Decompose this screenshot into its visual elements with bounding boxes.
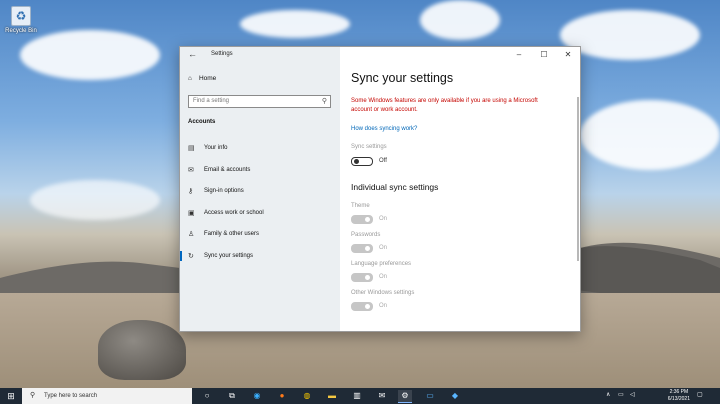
cortana-icon[interactable]: ○ — [200, 390, 214, 402]
sidebar-item-label: Access work or school — [204, 210, 264, 216]
briefcase-icon: ▣ — [188, 210, 195, 217]
search-placeholder: Find a setting — [193, 98, 230, 104]
passwords-state: On — [379, 245, 388, 251]
sidebar-item-access-work[interactable]: ▣ Access work or school — [180, 204, 340, 222]
app-icon[interactable]: ◆ — [448, 390, 462, 402]
sidebar-item-label: Email & accounts — [204, 167, 251, 173]
toggle-knob — [365, 275, 370, 280]
home-label: Home — [198, 75, 217, 82]
arrow-left-icon[interactable]: ← — [188, 49, 197, 59]
cloud — [420, 0, 500, 40]
toggle-knob — [365, 217, 370, 222]
boulder — [98, 320, 186, 380]
search-icon: ⚲ — [321, 98, 327, 105]
scrollbar[interactable] — [577, 97, 579, 261]
person-card-icon: ▤ — [188, 145, 195, 152]
file-explorer-icon[interactable]: ▬ — [325, 390, 339, 402]
language-preferences-label: Language preferences — [351, 261, 412, 267]
person-icon: ♙ — [188, 231, 195, 238]
store-icon[interactable]: ▥ — [350, 390, 364, 402]
toggle-knob — [354, 159, 359, 164]
firefox-icon[interactable]: ● — [275, 390, 289, 402]
home-icon: ⌂ — [188, 75, 192, 82]
sidebar-item-sync-settings[interactable]: ↻ Sync your settings — [180, 247, 340, 265]
sidebar-item-label: Sync your settings — [204, 253, 254, 259]
maximize-icon[interactable]: ☐ — [537, 50, 551, 59]
cloud — [240, 10, 350, 38]
sync-settings-state: Off — [379, 158, 387, 164]
recycle-bin-icon: ♻ — [11, 6, 31, 26]
sidebar-item-label: Sign-in options — [204, 188, 244, 194]
mail-app-icon[interactable]: ✉ — [375, 390, 389, 402]
taskbar-search-placeholder: Type here to search — [44, 393, 98, 399]
sync-settings-label: Sync settings — [351, 144, 387, 150]
sidebar-item-sign-in-options[interactable]: ⚷ Sign-in options — [180, 182, 340, 200]
language-preferences-state: On — [379, 274, 388, 280]
volume-icon[interactable]: ◁ — [630, 391, 635, 398]
mail-icon: ✉ — [188, 167, 194, 174]
sidebar-item-your-info[interactable]: ▤ Your info — [180, 139, 340, 157]
passwords-label: Passwords — [351, 232, 381, 238]
page-title: Sync your settings — [351, 71, 454, 85]
window-title: Settings — [211, 51, 233, 57]
minimize-icon[interactable]: – — [512, 50, 526, 59]
find-setting-input[interactable]: Find a setting ⚲ — [188, 95, 331, 108]
recycle-bin-label: Recycle Bin — [5, 28, 37, 34]
network-icon[interactable]: ▭ — [618, 391, 624, 398]
settings-window: ⌂ Home Find a setting ⚲ Accounts ▤ Your … — [179, 46, 581, 332]
other-windows-settings-toggle[interactable] — [351, 302, 373, 311]
edge-icon[interactable]: ◉ — [250, 390, 264, 402]
language-preferences-toggle[interactable] — [351, 273, 373, 282]
main-panel: Sync your settings Some Windows features… — [340, 47, 580, 331]
app-icon[interactable]: ▭ — [423, 390, 437, 402]
clock[interactable]: 2:36 PM 6/13/2021 — [668, 389, 690, 403]
windows-start-icon[interactable]: ⊞ — [0, 388, 22, 404]
close-icon[interactable]: ✕ — [561, 50, 575, 59]
sidebar-item-label: Your info — [204, 145, 228, 151]
title-bar: ← Settings – ☐ ✕ — [180, 47, 580, 63]
cloud — [580, 100, 720, 170]
chevron-up-icon[interactable]: ∧ — [606, 391, 610, 398]
taskbar: ⊞ ⚲ Type here to search ○ ⧉ ◉ ● ◍ ▬ ▥ ✉ … — [0, 388, 720, 404]
sidebar-item-email-accounts[interactable]: ✉ Email & accounts — [180, 161, 340, 179]
how-sync-works-link[interactable]: How does syncing work? — [351, 126, 417, 132]
sync-settings-toggle[interactable] — [351, 157, 373, 166]
notification-icon[interactable]: ▢ — [697, 391, 703, 398]
search-icon: ⚲ — [30, 392, 36, 399]
section-title: Accounts — [188, 119, 216, 125]
task-view-icon[interactable]: ⧉ — [225, 390, 239, 402]
sync-icon: ↻ — [188, 253, 194, 260]
cloud — [20, 30, 160, 80]
sidebar-item-family-users[interactable]: ♙ Family & other users — [180, 225, 340, 243]
toggle-knob — [365, 246, 370, 251]
home-link[interactable]: ⌂ Home — [188, 75, 216, 82]
account-warning: Some Windows features are only available… — [351, 98, 538, 113]
passwords-toggle[interactable] — [351, 244, 373, 253]
recycle-bin[interactable]: ♻ Recycle Bin — [2, 6, 40, 34]
clock-time: 2:36 PM — [669, 389, 689, 395]
other-windows-settings-state: On — [379, 303, 388, 309]
clock-date: 6/13/2021 — [667, 396, 690, 402]
sidebar: ⌂ Home Find a setting ⚲ Accounts ▤ Your … — [180, 47, 340, 331]
theme-toggle[interactable] — [351, 215, 373, 224]
taskbar-search-box[interactable]: ⚲ Type here to search — [22, 388, 192, 404]
settings-app-icon[interactable]: ⚙ — [398, 390, 412, 403]
sidebar-item-label: Family & other users — [204, 231, 260, 237]
other-windows-settings-label: Other Windows settings — [351, 290, 415, 296]
theme-label: Theme — [351, 203, 370, 209]
chrome-icon[interactable]: ◍ — [300, 390, 314, 402]
theme-state: On — [379, 216, 388, 222]
individual-sync-title: Individual sync settings — [351, 182, 439, 192]
toggle-knob — [365, 304, 370, 309]
cloud — [560, 10, 700, 60]
key-icon: ⚷ — [188, 188, 194, 195]
